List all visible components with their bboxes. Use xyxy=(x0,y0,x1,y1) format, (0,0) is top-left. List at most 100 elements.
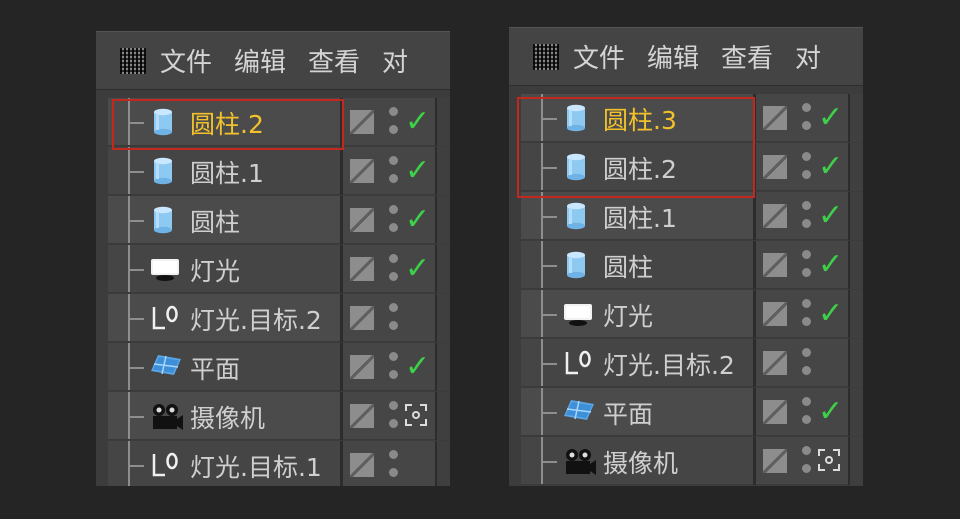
layer-icon[interactable] xyxy=(350,355,374,379)
visibility-dots-icon[interactable] xyxy=(387,352,399,382)
menu-object[interactable]: 对 xyxy=(382,42,408,79)
object-row[interactable]: 摄像机 xyxy=(521,437,863,485)
menu-view[interactable]: 查看 xyxy=(308,42,360,79)
object-name-cell[interactable]: 平面 xyxy=(108,343,340,391)
light-icon xyxy=(563,300,592,328)
object-row[interactable]: 灯光 ✓ xyxy=(108,245,450,293)
enabled-check-icon[interactable]: ✓ xyxy=(818,247,843,283)
object-name-cell[interactable]: 圆柱 xyxy=(108,196,340,244)
visibility-dots-icon[interactable] xyxy=(387,254,399,284)
plane-icon xyxy=(150,353,181,381)
object-row[interactable]: 圆柱 ✓ xyxy=(521,241,863,289)
object-row[interactable]: 摄像机 xyxy=(108,392,450,440)
camera-icon xyxy=(150,402,183,430)
layer-icon[interactable] xyxy=(763,351,787,375)
object-row[interactable]: 圆柱.1 ✓ xyxy=(108,147,450,195)
object-row[interactable]: 圆柱.2 ✓ xyxy=(521,143,863,191)
object-name-cell[interactable]: 灯光 xyxy=(108,245,340,293)
object-name-cell[interactable]: 圆柱 xyxy=(521,241,753,289)
object-row[interactable]: 圆柱.1 ✓ xyxy=(521,192,863,240)
visibility-dots-icon[interactable] xyxy=(387,450,399,480)
object-label: 灯光.目标.2 xyxy=(603,351,735,380)
enabled-check-icon[interactable]: ✓ xyxy=(405,104,430,140)
visibility-dots-icon[interactable] xyxy=(800,201,812,231)
layer-icon[interactable] xyxy=(763,253,787,277)
object-row[interactable]: 圆柱.2 ✓ xyxy=(108,98,450,146)
enabled-check-icon[interactable]: ✓ xyxy=(405,202,430,238)
tags-cell xyxy=(435,98,450,146)
visibility-dots-icon[interactable] xyxy=(800,446,812,476)
layer-icon[interactable] xyxy=(350,257,374,281)
object-row[interactable]: 灯光.目标.2 xyxy=(521,339,863,387)
layer-icon[interactable] xyxy=(763,449,787,473)
layer-icon[interactable] xyxy=(350,453,374,477)
object-name-cell[interactable]: 灯光.目标.2 xyxy=(108,294,340,342)
object-name-cell[interactable]: 灯光.目标.1 xyxy=(108,441,340,486)
menu-edit[interactable]: 编辑 xyxy=(234,42,286,79)
object-row[interactable]: 灯光.目标.1 xyxy=(108,441,450,486)
layer-icon[interactable] xyxy=(763,155,787,179)
object-name-cell[interactable]: 摄像机 xyxy=(108,392,340,440)
visibility-dots-icon[interactable] xyxy=(800,103,812,133)
visibility-dots-icon[interactable] xyxy=(387,401,399,431)
layer-icon[interactable] xyxy=(350,159,374,183)
layer-icon[interactable] xyxy=(763,106,787,130)
layer-icon[interactable] xyxy=(763,302,787,326)
enabled-check-icon[interactable]: ✓ xyxy=(405,153,430,189)
cylinder-icon xyxy=(563,104,589,132)
layer-icon[interactable] xyxy=(763,204,787,228)
object-state-cell: ✓ xyxy=(756,290,848,338)
layer-icon[interactable] xyxy=(763,400,787,424)
object-name-cell[interactable]: 圆柱.3 xyxy=(521,94,753,142)
visibility-dots-icon[interactable] xyxy=(800,348,812,378)
object-name-cell[interactable]: 平面 xyxy=(521,388,753,436)
visibility-dots-icon[interactable] xyxy=(800,397,812,427)
object-tree: 圆柱.3 ✓ 圆柱.2 ✓ 圆柱.1 ✓ 圆柱 ✓ 灯光 ✓ 灯光.目标.2 平面 ✓ 摄像机 xyxy=(521,94,863,486)
menu-bar: 文件 编辑 查看 对 xyxy=(96,32,450,90)
object-name-cell[interactable]: 灯光 xyxy=(521,290,753,338)
camera-tag-icon[interactable] xyxy=(405,404,427,426)
visibility-dots-icon[interactable] xyxy=(387,107,399,137)
layer-icon[interactable] xyxy=(350,306,374,330)
visibility-dots-icon[interactable] xyxy=(800,299,812,329)
layer-icon[interactable] xyxy=(350,110,374,134)
object-name-cell[interactable]: 圆柱.2 xyxy=(108,98,340,146)
enabled-check-icon[interactable]: ✓ xyxy=(405,349,430,385)
visibility-dots-icon[interactable] xyxy=(387,205,399,235)
visibility-dots-icon[interactable] xyxy=(800,250,812,280)
object-label: 平面 xyxy=(603,400,654,429)
camera-tag-icon[interactable] xyxy=(818,449,840,471)
panel-grip-icon[interactable] xyxy=(533,43,559,70)
object-row[interactable]: 圆柱 ✓ xyxy=(108,196,450,244)
object-name-cell[interactable]: 圆柱.1 xyxy=(521,192,753,240)
enabled-check-icon[interactable]: ✓ xyxy=(405,251,430,287)
object-name-cell[interactable]: 灯光.目标.2 xyxy=(521,339,753,387)
visibility-dots-icon[interactable] xyxy=(387,303,399,333)
enabled-check-icon[interactable]: ✓ xyxy=(818,394,843,430)
enabled-check-icon[interactable]: ✓ xyxy=(818,149,843,185)
object-name-cell[interactable]: 圆柱.1 xyxy=(108,147,340,195)
object-row[interactable]: 圆柱.3 ✓ xyxy=(521,94,863,142)
object-row[interactable]: 平面 ✓ xyxy=(108,343,450,391)
menu-file[interactable]: 文件 xyxy=(573,38,625,75)
panel-grip-icon[interactable] xyxy=(120,47,146,74)
menu-edit[interactable]: 编辑 xyxy=(647,38,699,75)
enabled-check-icon[interactable]: ✓ xyxy=(818,198,843,234)
menu-file[interactable]: 文件 xyxy=(160,42,212,79)
object-row[interactable]: 灯光 ✓ xyxy=(521,290,863,338)
visibility-dots-icon[interactable] xyxy=(800,152,812,182)
object-name-cell[interactable]: 摄像机 xyxy=(521,437,753,485)
layer-icon[interactable] xyxy=(350,404,374,428)
enabled-check-icon[interactable]: ✓ xyxy=(818,296,843,332)
tree-branch xyxy=(541,216,557,218)
menu-object[interactable]: 对 xyxy=(795,38,821,75)
enabled-check-icon[interactable]: ✓ xyxy=(818,100,843,136)
layer-icon[interactable] xyxy=(350,208,374,232)
object-label: 圆柱.2 xyxy=(603,155,677,184)
object-row[interactable]: 灯光.目标.2 xyxy=(108,294,450,342)
tags-cell xyxy=(848,339,863,387)
object-row[interactable]: 平面 ✓ xyxy=(521,388,863,436)
visibility-dots-icon[interactable] xyxy=(387,156,399,186)
object-name-cell[interactable]: 圆柱.2 xyxy=(521,143,753,191)
menu-view[interactable]: 查看 xyxy=(721,38,773,75)
